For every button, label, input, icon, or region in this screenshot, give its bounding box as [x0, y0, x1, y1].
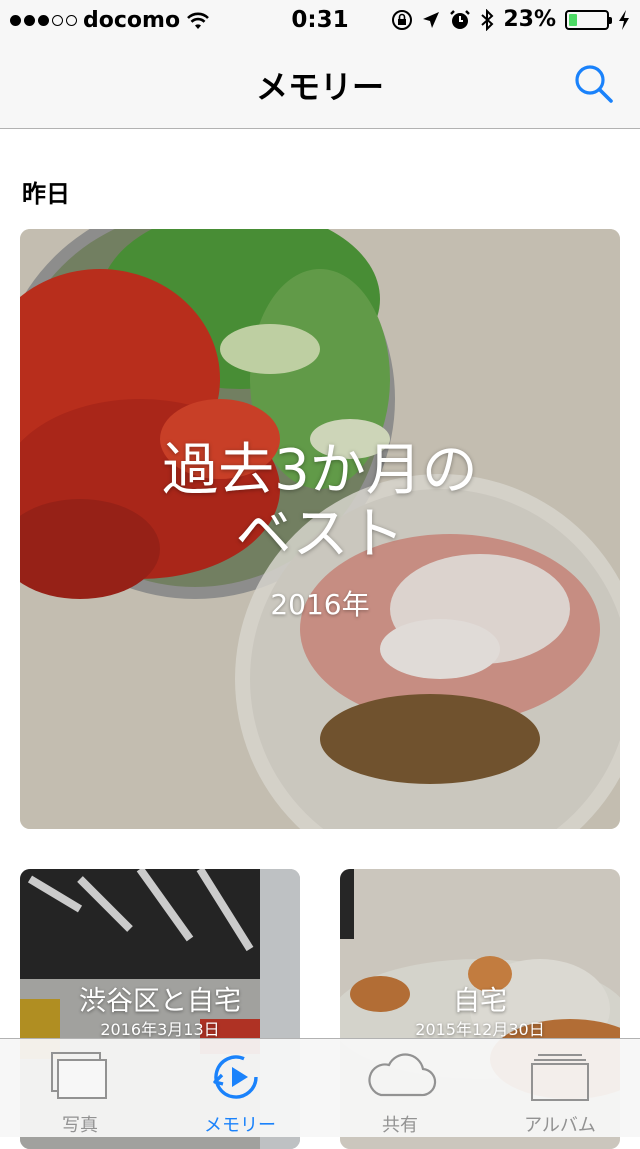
search-button[interactable] — [572, 62, 616, 106]
bluetooth-icon — [481, 8, 494, 31]
memories-icon — [213, 1055, 258, 1099]
tab-label: 写真 — [62, 1115, 98, 1136]
tab-label: メモリー — [204, 1115, 276, 1136]
tab-label: アルバム — [524, 1115, 596, 1136]
memory-title: 渋谷区と自宅 — [79, 986, 241, 1017]
tab-label: 共有 — [382, 1115, 418, 1136]
memory-date: 2015年12月30日 — [415, 1020, 545, 1039]
search-icon — [575, 65, 613, 103]
alarm-icon — [450, 9, 471, 29]
charging-bolt-icon — [619, 9, 629, 30]
cloud-icon — [368, 1053, 437, 1097]
tab-memories[interactable]: メモリー — [160, 1039, 320, 1137]
page-title: メモリー — [255, 68, 384, 106]
memory-date: 2016年3月13日 — [100, 1020, 220, 1039]
featured-memory-title-line1: 過去3か月の — [162, 438, 478, 503]
tab-bar: 写真 メモリー 共有 アルバム — [0, 1038, 640, 1137]
battery-icon — [565, 9, 612, 30]
featured-memory-card[interactable]: 過去3か月の ベスト 2016年 — [20, 229, 620, 829]
section-title: 昨日 — [22, 180, 70, 208]
featured-memory-subtitle: 2016年 — [270, 588, 370, 621]
photos-icon — [51, 1052, 107, 1099]
memory-title: 自宅 — [453, 986, 507, 1017]
battery-level — [569, 13, 577, 26]
status-icons: 23% — [391, 7, 630, 32]
location-arrow-icon — [423, 11, 440, 28]
featured-memory-title: 過去3か月の ベスト — [20, 439, 620, 567]
tab-albums[interactable]: アルバム — [480, 1039, 640, 1137]
status-bar: docomo 0:31 23% — [0, 0, 640, 40]
navigation-bar: メモリー — [0, 40, 640, 129]
tab-shared[interactable]: 共有 — [320, 1039, 480, 1137]
orientation-lock-icon — [392, 9, 413, 30]
battery-percent: 23% — [503, 7, 556, 32]
featured-memory-title-line2: ベスト — [235, 502, 405, 567]
albums-icon — [531, 1054, 589, 1101]
tab-photos[interactable]: 写真 — [0, 1039, 160, 1137]
